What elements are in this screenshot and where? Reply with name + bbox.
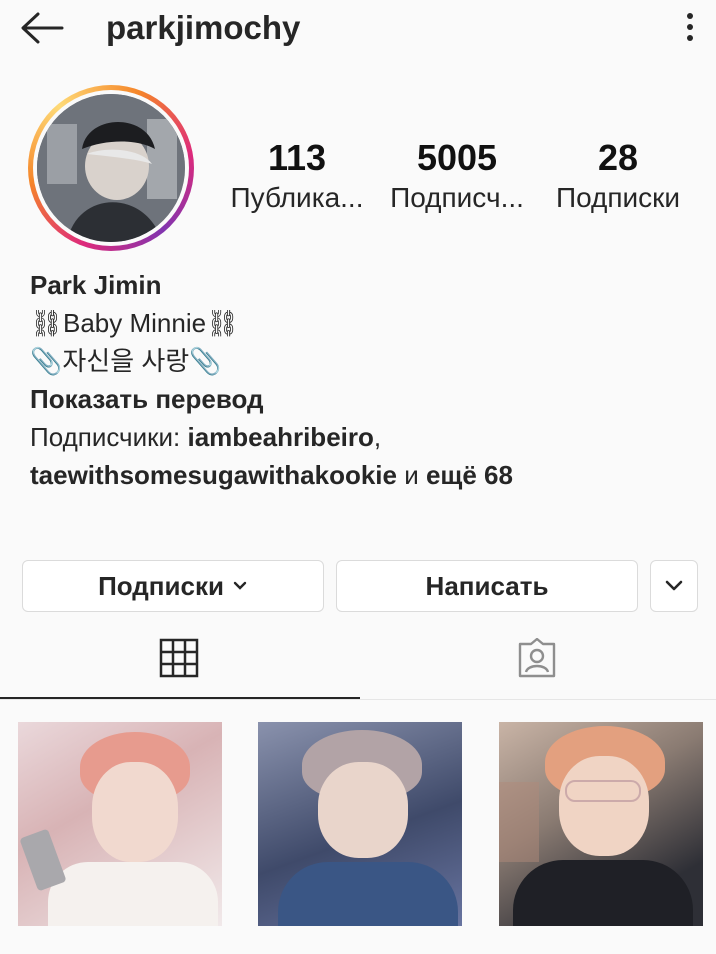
active-tab-indicator bbox=[0, 697, 360, 699]
followed-by-separator: , bbox=[373, 422, 382, 452]
chevron-down-small-icon bbox=[233, 581, 247, 590]
bio-line-1: ⛓Baby Minnie⛓ bbox=[30, 308, 240, 338]
followed-by-prefix: Подписчики: bbox=[30, 422, 188, 452]
tabs-divider bbox=[0, 699, 716, 700]
profile-full-name: Park Jimin bbox=[30, 270, 162, 300]
followers-label: Подписч... bbox=[390, 182, 524, 213]
followers-count: 5005 bbox=[416, 137, 498, 178]
posts-label: Публика... bbox=[230, 182, 364, 213]
avatar-border bbox=[33, 90, 189, 246]
follower-link-2[interactable]: taewithsomesugawithakookie bbox=[30, 460, 397, 490]
message-button[interactable]: Написать bbox=[336, 560, 638, 612]
tab-tagged[interactable] bbox=[358, 634, 716, 700]
more-vertical-icon bbox=[687, 13, 693, 41]
profile-bio: Park Jimin ⛓Baby Minnie⛓ 📎자신을 사랑📎 Показа… bbox=[30, 266, 700, 494]
post-thumbnail[interactable] bbox=[18, 722, 222, 926]
posts-count: 113 bbox=[267, 137, 327, 178]
back-button[interactable] bbox=[18, 10, 66, 46]
post-thumbnail[interactable] bbox=[499, 722, 703, 926]
follower-link-1[interactable]: iambeahribeiro bbox=[187, 422, 373, 452]
posts-stat[interactable]: 113 Публика... bbox=[222, 140, 372, 214]
profile-username: parkjimochy bbox=[106, 9, 301, 46]
and-more-prefix: и bbox=[396, 460, 426, 490]
bio-line-2: 📎자신을 사랑📎 bbox=[30, 346, 222, 376]
following-button[interactable]: Подписки bbox=[22, 560, 324, 612]
followed-by-line-2: taewithsomesugawithakookie и ещё 68 bbox=[30, 456, 700, 494]
following-count: 28 bbox=[597, 137, 639, 178]
show-translation-link[interactable]: Показать перевод bbox=[30, 380, 700, 418]
followers-stat[interactable]: 5005 Подписч... bbox=[382, 140, 532, 214]
post-thumbnail[interactable] bbox=[258, 722, 462, 926]
arrow-left-icon bbox=[21, 12, 64, 44]
more-options-button[interactable] bbox=[678, 10, 702, 44]
message-button-label: Написать bbox=[425, 570, 549, 601]
top-bar: parkjimochy bbox=[0, 0, 716, 62]
and-more-link[interactable]: ещё 68 bbox=[426, 460, 513, 490]
grid-icon bbox=[159, 638, 199, 678]
following-label: Подписки bbox=[555, 182, 681, 213]
followed-by-line: Подписчики: iambeahribeiro, bbox=[30, 418, 700, 456]
avatar-story-ring[interactable] bbox=[28, 85, 194, 251]
suggested-accounts-button[interactable] bbox=[650, 560, 698, 612]
tab-posts-grid[interactable] bbox=[0, 634, 358, 700]
avatar-photo-art bbox=[37, 94, 185, 242]
following-stat[interactable]: 28 Подписки bbox=[543, 140, 693, 214]
avatar bbox=[37, 94, 185, 242]
chevron-down-icon bbox=[665, 580, 683, 591]
tagged-user-icon bbox=[518, 638, 556, 678]
following-button-label: Подписки bbox=[98, 570, 224, 601]
profile-screen: parkjimochy 113 Публика... 5005 Подписч.… bbox=[0, 0, 716, 954]
